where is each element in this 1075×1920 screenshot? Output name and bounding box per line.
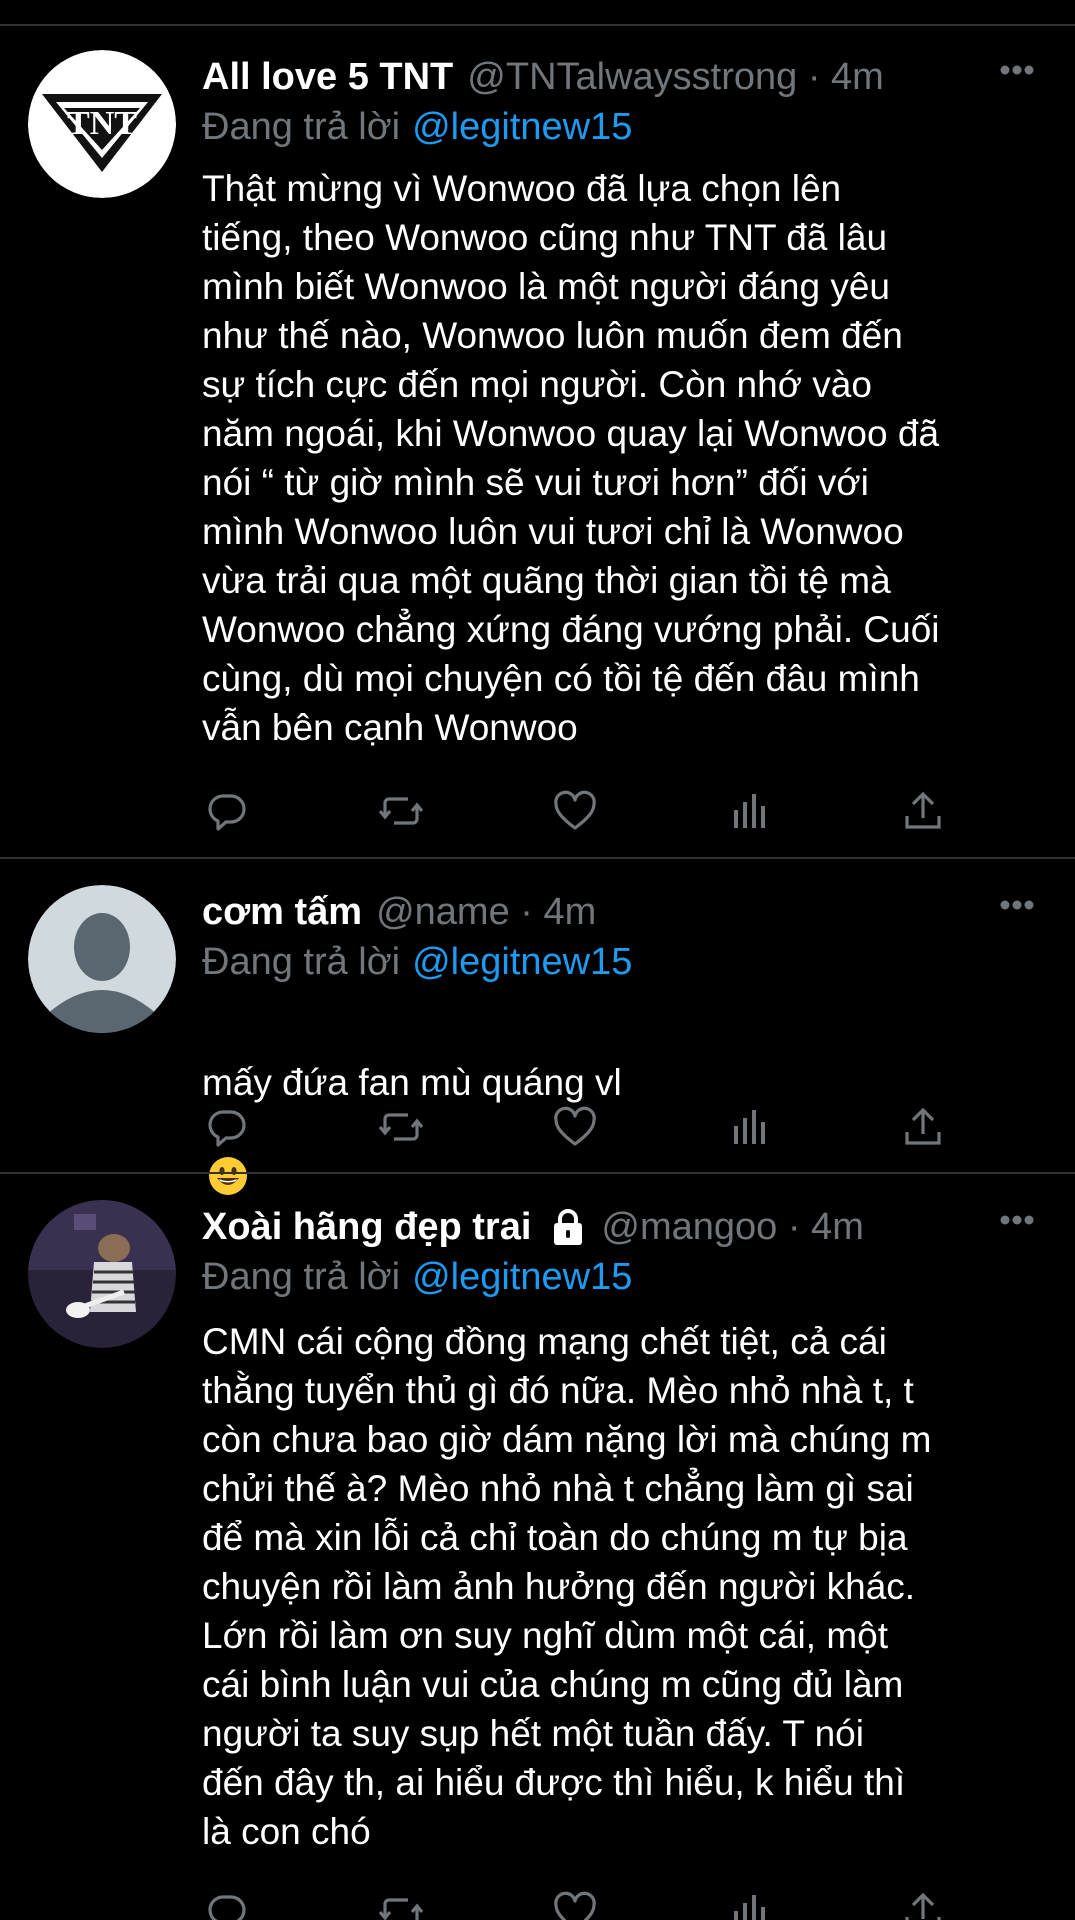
reply-thread: TNT All love 5 TNT @TNTalwaysstrong · 4m… — [0, 0, 1075, 1920]
tweet-tnt[interactable]: TNT All love 5 TNT @TNTalwaysstrong · 4m… — [0, 24, 1075, 859]
replying-to: Đang trả lời @legitnew15 — [202, 1252, 632, 1302]
like-icon[interactable] — [550, 786, 600, 836]
tweet-header: All love 5 TNT @TNTalwaysstrong · 4m — [202, 52, 884, 102]
cat-guitar-avatar[interactable] — [28, 1200, 176, 1348]
tweet-header: cơm tấm @name · 4m — [202, 887, 596, 937]
analytics-icon[interactable] — [724, 1102, 774, 1152]
tweet-header: Xoài hãng đẹp trai @mangoo · 4m — [202, 1202, 864, 1252]
tweet-mangoo[interactable]: Xoài hãng đẹp trai @mangoo · 4m Đang trả… — [0, 1174, 1075, 1920]
like-icon[interactable] — [550, 1102, 600, 1152]
display-name[interactable]: All love 5 TNT — [202, 52, 453, 102]
action-bar — [202, 1887, 962, 1920]
handle-and-time: @name · 4m — [376, 891, 597, 933]
share-icon[interactable] — [898, 1887, 948, 1920]
like-icon[interactable] — [550, 1887, 600, 1920]
reply-icon[interactable] — [202, 786, 252, 836]
action-bar — [202, 1102, 962, 1152]
default-user-avatar[interactable] — [28, 885, 176, 1033]
retweet-icon[interactable] — [376, 1102, 426, 1152]
handle-and-time: @mangoo · 4m — [601, 1206, 864, 1248]
analytics-icon[interactable] — [724, 786, 774, 836]
display-name[interactable]: cơm tấm — [202, 887, 362, 937]
replying-to-label: Đang trả lời — [202, 1256, 401, 1298]
mention-link[interactable]: @legitnew15 — [412, 1256, 632, 1298]
tweet-text: Thật mừng vì Wonwoo đã lựa chọn lên tiến… — [202, 168, 940, 748]
svg-text:TNT: TNT — [67, 105, 137, 142]
mention-link[interactable]: @legitnew15 — [412, 106, 632, 148]
share-icon[interactable] — [898, 1102, 948, 1152]
more-options-icon[interactable] — [999, 1214, 1035, 1226]
share-icon[interactable] — [898, 786, 948, 836]
tweet-com-tam[interactable]: cơm tấm @name · 4m Đang trả lời @legitnew… — [0, 859, 1075, 1195]
action-bar — [202, 786, 962, 836]
more-options-icon[interactable] — [999, 64, 1035, 76]
retweet-icon[interactable] — [376, 786, 426, 836]
mention-link[interactable]: @legitnew15 — [412, 941, 632, 983]
reply-icon[interactable] — [202, 1102, 252, 1152]
retweet-icon[interactable] — [376, 1887, 426, 1920]
tweet-text: mấy đứa fan mù quáng vl — [202, 1062, 622, 1103]
display-name[interactable]: Xoài hãng đẹp trai — [202, 1202, 531, 1252]
reply-icon[interactable] — [202, 1887, 252, 1920]
replying-to-label: Đang trả lời — [202, 941, 401, 983]
tweet-text: CMN cái cộng đồng mạng chết tiệt, cả cái… — [202, 1321, 932, 1852]
replying-to: Đang trả lời @legitnew15 — [202, 937, 632, 987]
handle-and-time: @TNTalwaysstrong · 4m — [467, 56, 884, 98]
lock-icon — [549, 1207, 587, 1247]
tnt-logo-avatar[interactable]: TNT — [28, 50, 176, 198]
analytics-icon[interactable] — [724, 1887, 774, 1920]
more-options-icon[interactable] — [999, 899, 1035, 911]
replying-to-label: Đang trả lời — [202, 106, 401, 148]
replying-to: Đang trả lời @legitnew15 — [202, 102, 632, 152]
